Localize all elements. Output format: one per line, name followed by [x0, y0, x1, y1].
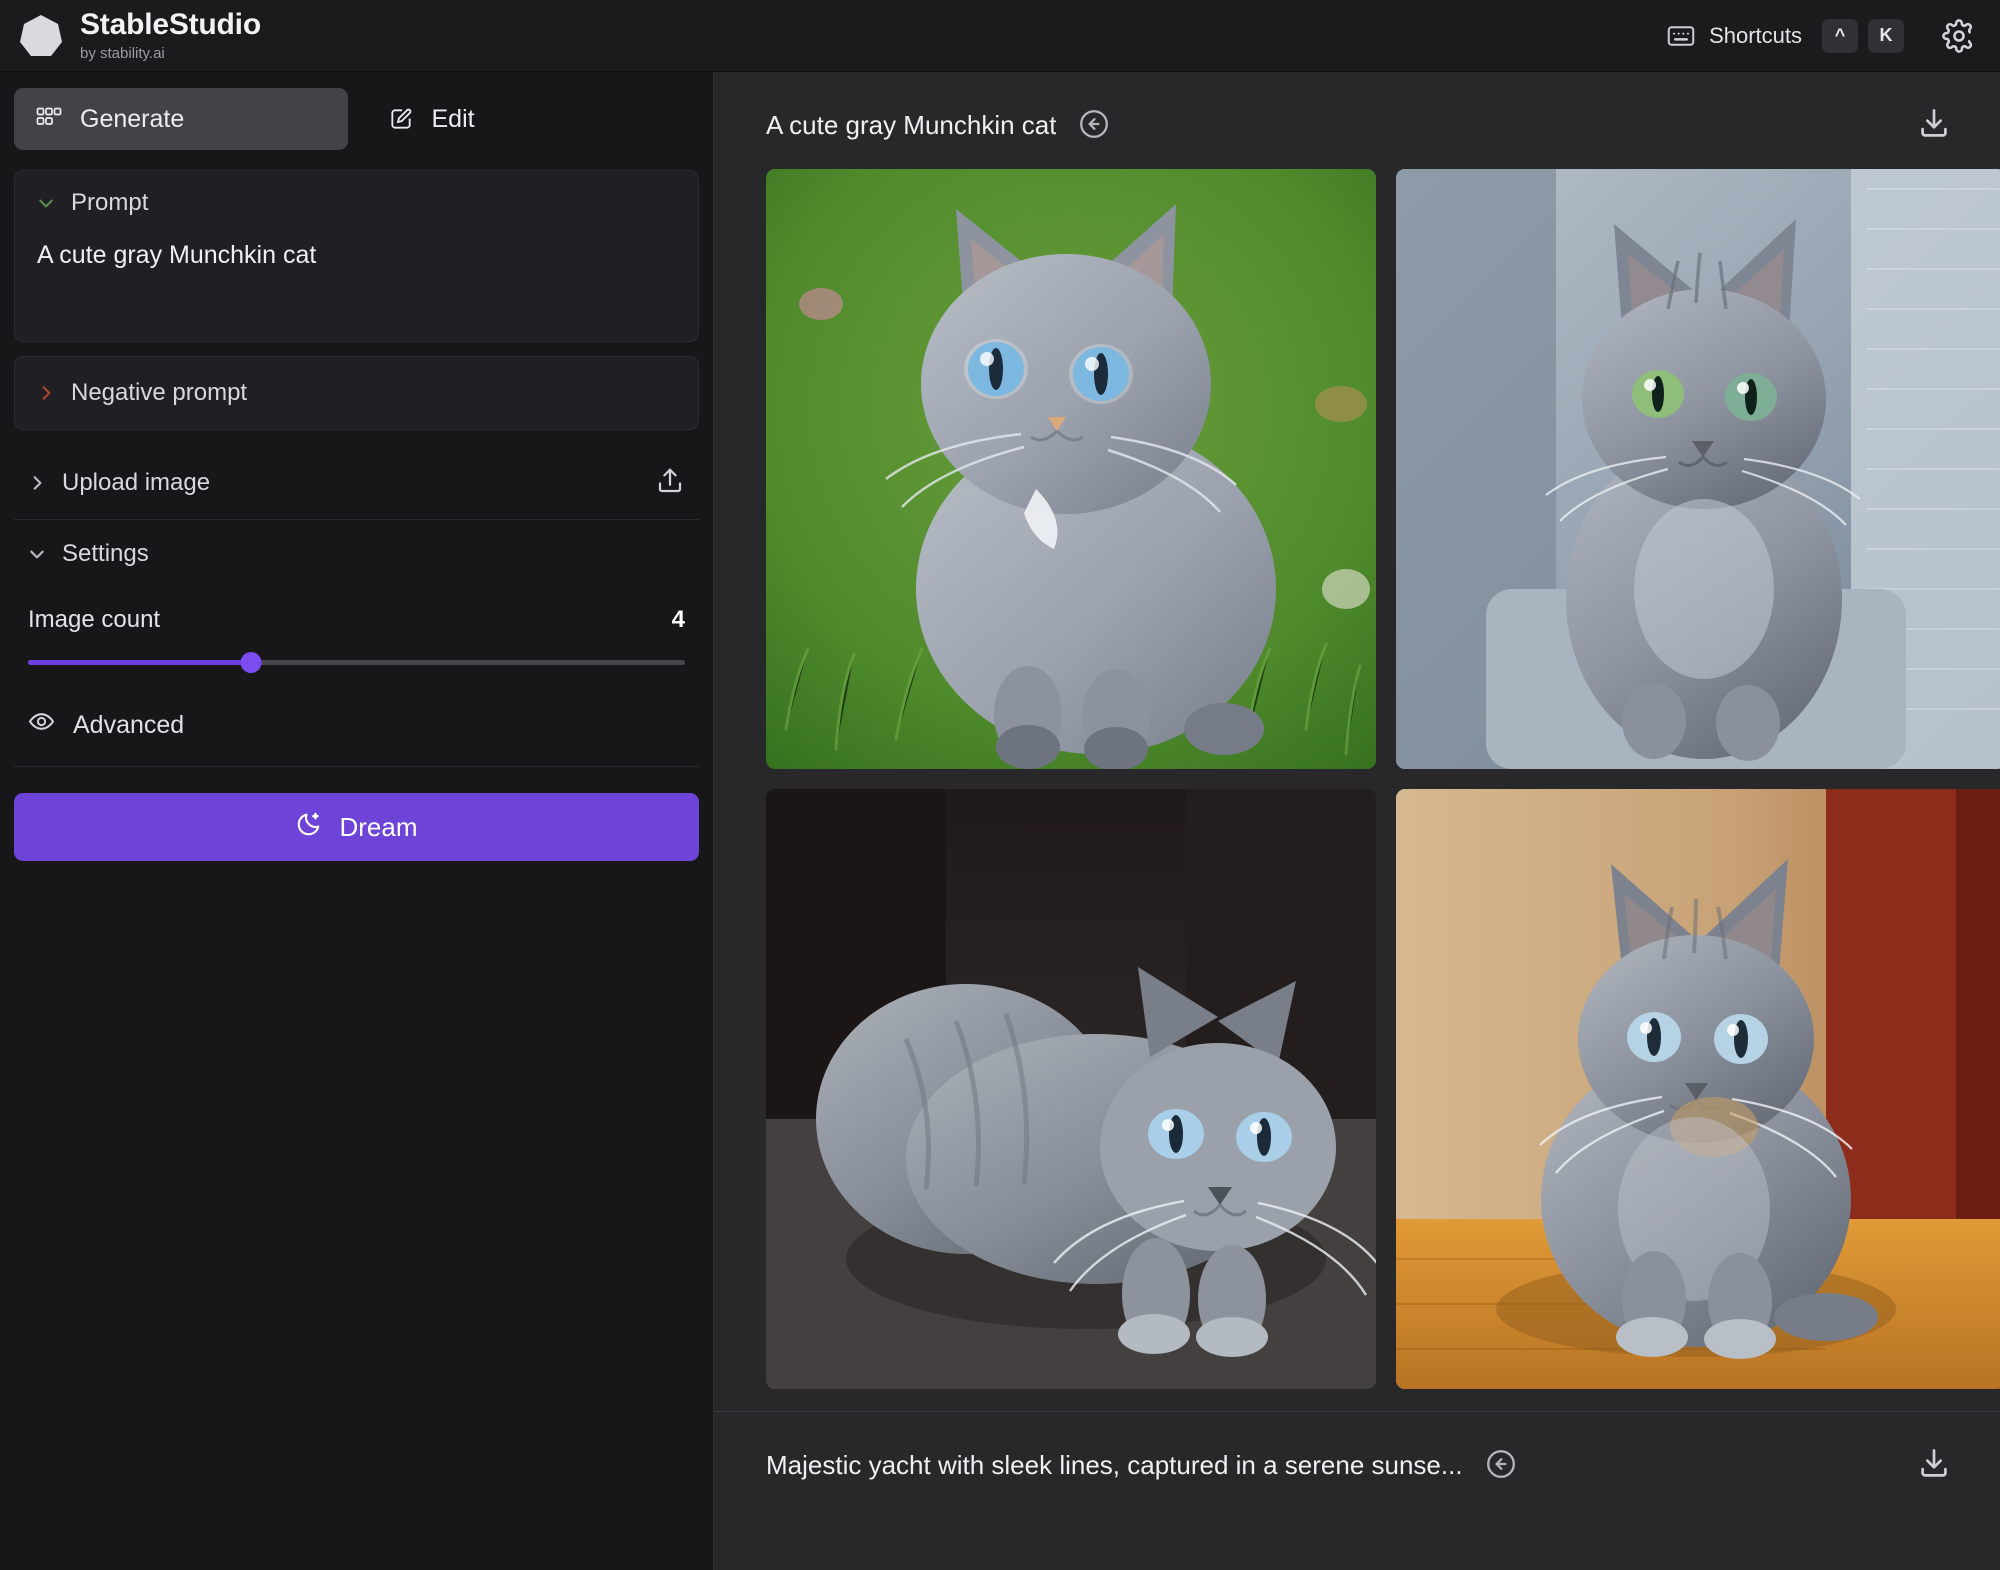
topbar-actions: Shortcuts ^ K — [1667, 18, 1976, 53]
upload-image-label: Upload image — [62, 468, 211, 496]
settings-body: Image count 4 — [14, 574, 699, 673]
chevron-right-icon — [37, 384, 55, 402]
advanced-label: Advanced — [73, 710, 185, 739]
chevron-right-icon — [28, 474, 46, 492]
slider-fill — [28, 659, 252, 665]
result-image-2[interactable] — [1396, 169, 2000, 769]
prompt-header[interactable]: Prompt — [15, 171, 698, 235]
result-image-1[interactable] — [766, 169, 1376, 769]
advanced-row[interactable]: Advanced — [14, 686, 699, 767]
stablestudio-app: StableStudio by stability.ai Shortcuts ^… — [0, 0, 2000, 1570]
brand-title: StableStudio — [80, 8, 261, 41]
negative-prompt-title: Negative prompt — [71, 379, 248, 406]
top-bar: StableStudio by stability.ai Shortcuts ^… — [0, 0, 2000, 72]
chevron-down-icon — [37, 194, 55, 212]
pencil-square-icon — [388, 106, 414, 132]
prompt-title: Prompt — [71, 189, 149, 216]
download-results-button-1[interactable] — [1916, 106, 1952, 145]
result-image-4[interactable] — [1396, 789, 2000, 1389]
heptagon-logo-icon — [18, 13, 64, 59]
upload-image-row[interactable]: Upload image — [14, 446, 699, 520]
sidebar: Generate Edit Prompt A cute gray Munchki… — [0, 72, 714, 1570]
mode-tabs: Generate Edit — [0, 72, 713, 164]
keyboard-icon — [1667, 22, 1695, 50]
shortcut-keycaps: ^ K — [1822, 18, 1904, 53]
keycap-k[interactable]: K — [1868, 18, 1904, 53]
image-count-slider[interactable] — [28, 651, 685, 673]
shortcuts-button[interactable]: Shortcuts ^ K — [1667, 18, 1904, 53]
results-area: A cute gray Munchkin cat Majestic yacht … — [714, 72, 2000, 1570]
result-image-3[interactable] — [766, 789, 1376, 1389]
circle-arrow-left-icon — [1485, 1450, 1517, 1483]
eye-icon — [28, 708, 55, 742]
dream-button[interactable]: Dream — [14, 793, 699, 861]
result-title-2: Majestic yacht with sleek lines, capture… — [766, 1450, 1463, 1480]
shortcuts-label: Shortcuts — [1709, 22, 1802, 48]
app-body: Generate Edit Prompt A cute gray Munchki… — [0, 72, 2000, 1570]
result-back-button-1[interactable] — [1078, 108, 1110, 143]
circle-arrow-left-icon — [1078, 110, 1110, 143]
slider-thumb[interactable] — [240, 651, 262, 673]
negative-prompt-header[interactable]: Negative prompt — [15, 357, 698, 429]
prompt-panel: Prompt A cute gray Munchkin cat — [14, 170, 699, 342]
chevron-down-icon — [28, 545, 46, 563]
result-title-1: A cute gray Munchkin cat — [766, 110, 1057, 140]
result-back-button-2[interactable] — [1485, 1448, 1517, 1483]
moon-stars-icon — [295, 810, 323, 845]
image-count-value: 4 — [671, 606, 685, 633]
settings-label: Settings — [62, 540, 149, 567]
download-results-button-2[interactable] — [1916, 1446, 1952, 1485]
upload-button[interactable] — [655, 466, 685, 499]
tab-generate-label: Generate — [80, 104, 185, 133]
prompt-input[interactable]: A cute gray Munchkin cat — [15, 235, 698, 272]
result-header-1: A cute gray Munchkin cat — [714, 72, 2000, 145]
brand-subtitle: by stability.ai — [80, 45, 165, 62]
tab-generate[interactable]: Generate — [14, 88, 348, 150]
settings-button[interactable] — [1920, 18, 1976, 53]
download-icon — [1916, 109, 1952, 145]
settings-header[interactable]: Settings — [14, 520, 699, 574]
result-header-2: Majestic yacht with sleek lines, capture… — [714, 1411, 2000, 1485]
tab-edit-label: Edit — [431, 104, 475, 133]
upload-icon — [655, 468, 685, 499]
grid-squares-icon — [36, 106, 62, 132]
result-image-grid-1 — [714, 145, 2000, 1389]
keycap-ctrl[interactable]: ^ — [1822, 18, 1858, 53]
image-count-label: Image count — [28, 606, 161, 633]
dream-button-label: Dream — [339, 811, 418, 842]
download-icon — [1916, 1449, 1952, 1485]
negative-prompt-panel: Negative prompt — [14, 356, 699, 430]
image-count-row: Image count 4 — [28, 606, 685, 634]
brand: StableStudio by stability.ai — [18, 10, 261, 61]
tab-edit[interactable]: Edit — [366, 88, 700, 150]
